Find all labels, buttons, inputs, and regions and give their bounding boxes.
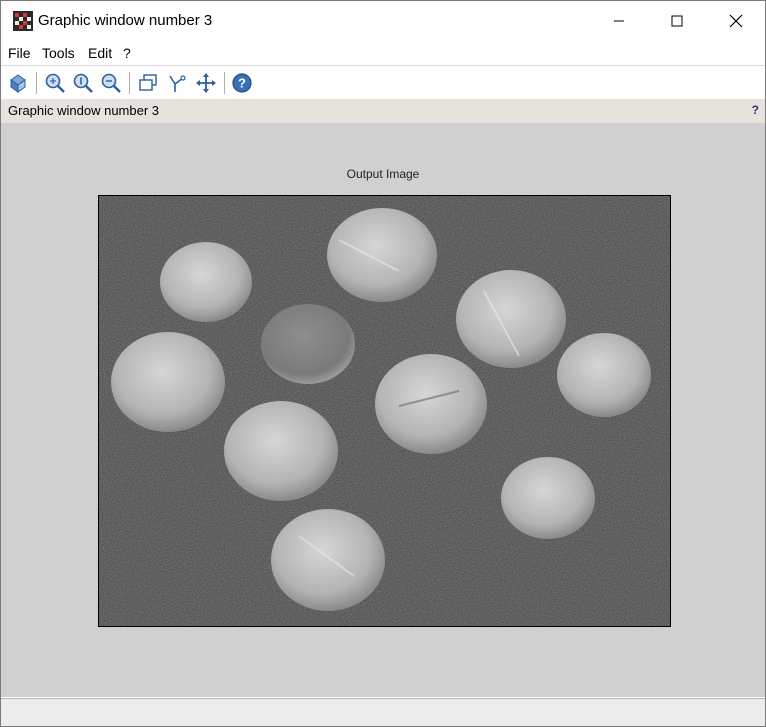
maximize-icon [671, 15, 683, 27]
title-bar[interactable]: Graphic window number 3 [1, 1, 765, 41]
menu-file[interactable]: File [8, 45, 31, 61]
zoom-in-button[interactable] [43, 71, 67, 95]
toolbar: ? [1, 65, 765, 101]
svg-text:?: ? [238, 76, 246, 91]
status-bar [1, 698, 765, 726]
scilab-app-icon [13, 11, 33, 31]
plot-title: Output Image [346, 167, 420, 181]
toolbar-separator [36, 72, 37, 94]
datatip-button[interactable] [165, 71, 189, 95]
help-button[interactable]: ? [230, 71, 254, 95]
info-help-link[interactable]: ? [752, 103, 759, 117]
info-bar-label: Graphic window number 3 [8, 103, 160, 118]
rotate-icon [10, 74, 26, 93]
plot-canvas[interactable]: Output Image [1, 123, 765, 697]
menu-help[interactable]: ? [123, 45, 131, 61]
window-title: Graphic window number 3 [38, 12, 213, 29]
toolbar-separator [224, 72, 225, 94]
pan-icon [196, 73, 216, 93]
menu-tools[interactable]: Tools [42, 45, 75, 61]
pan-button[interactable] [194, 71, 218, 95]
maximize-button[interactable] [654, 1, 700, 41]
zoom-reset-button[interactable] [71, 71, 95, 95]
toolbar-separator [129, 72, 130, 94]
minimize-icon [614, 20, 624, 22]
window-icon [139, 74, 157, 91]
zoom-out-button[interactable] [99, 71, 123, 95]
zoom-reset-icon [73, 73, 93, 93]
close-button[interactable] [713, 1, 759, 41]
graphic-window: Graphic window number 3 File Tools Edit … [0, 0, 766, 727]
minimize-button[interactable] [596, 1, 642, 41]
menu-edit[interactable]: Edit [88, 45, 112, 61]
zoom-out-icon [101, 73, 121, 93]
datatip-icon [169, 75, 186, 92]
zoom-in-icon [45, 73, 65, 93]
close-icon [729, 14, 743, 28]
output-image [98, 195, 671, 627]
info-bar: Graphic window number 3 ? [1, 99, 765, 123]
help-icon: ? [232, 73, 252, 93]
menu-bar: File Tools Edit ? [1, 41, 765, 65]
window-button[interactable] [136, 71, 160, 95]
rotate-button[interactable] [6, 71, 30, 95]
